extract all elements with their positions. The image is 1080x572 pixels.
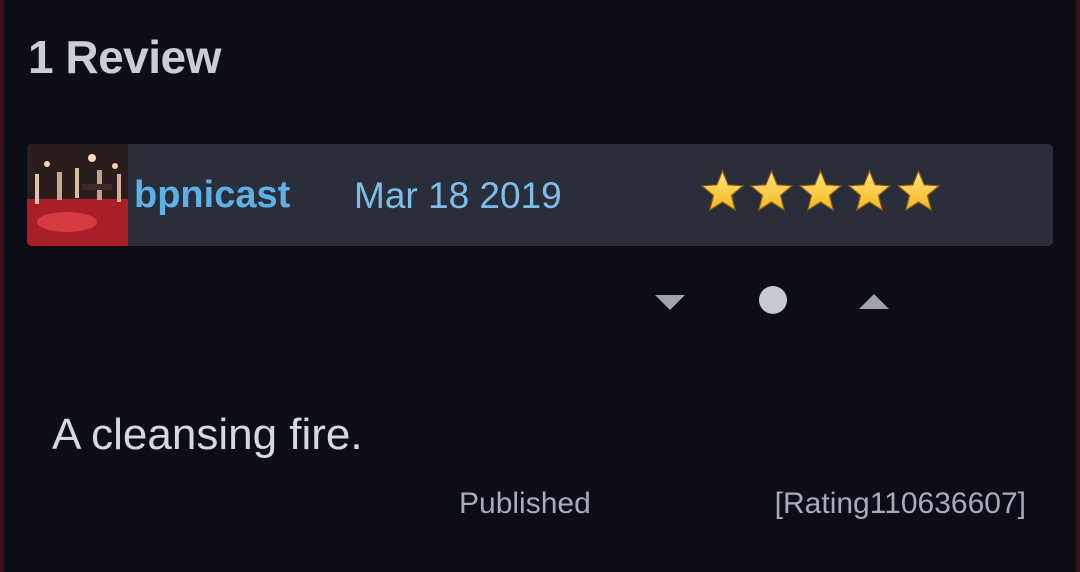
concert-photo-icon — [27, 144, 128, 246]
rating-id: [Rating110636607] — [774, 487, 1026, 520]
star-icon — [896, 169, 941, 212]
star-icon — [798, 169, 843, 212]
star-rating — [699, 168, 942, 215]
reviews-page: 1 Review bpnicast Mar 18 2019 A cleansin… — [0, 0, 1080, 572]
circle-icon[interactable] — [758, 285, 788, 315]
review-text: A cleansing fire. — [52, 410, 363, 459]
triangle-down-icon[interactable] — [654, 292, 686, 312]
vote-controls — [644, 280, 904, 320]
avatar[interactable] — [27, 144, 128, 246]
triangle-up-icon[interactable] — [858, 292, 890, 312]
review-status: Published — [459, 487, 591, 520]
reviews-heading: 1 Review — [28, 31, 221, 83]
review-date: Mar 18 2019 — [354, 175, 562, 216]
star-icon — [749, 169, 794, 212]
review-username[interactable]: bpnicast — [134, 174, 290, 217]
star-icon — [700, 169, 745, 212]
star-icon — [847, 169, 892, 212]
